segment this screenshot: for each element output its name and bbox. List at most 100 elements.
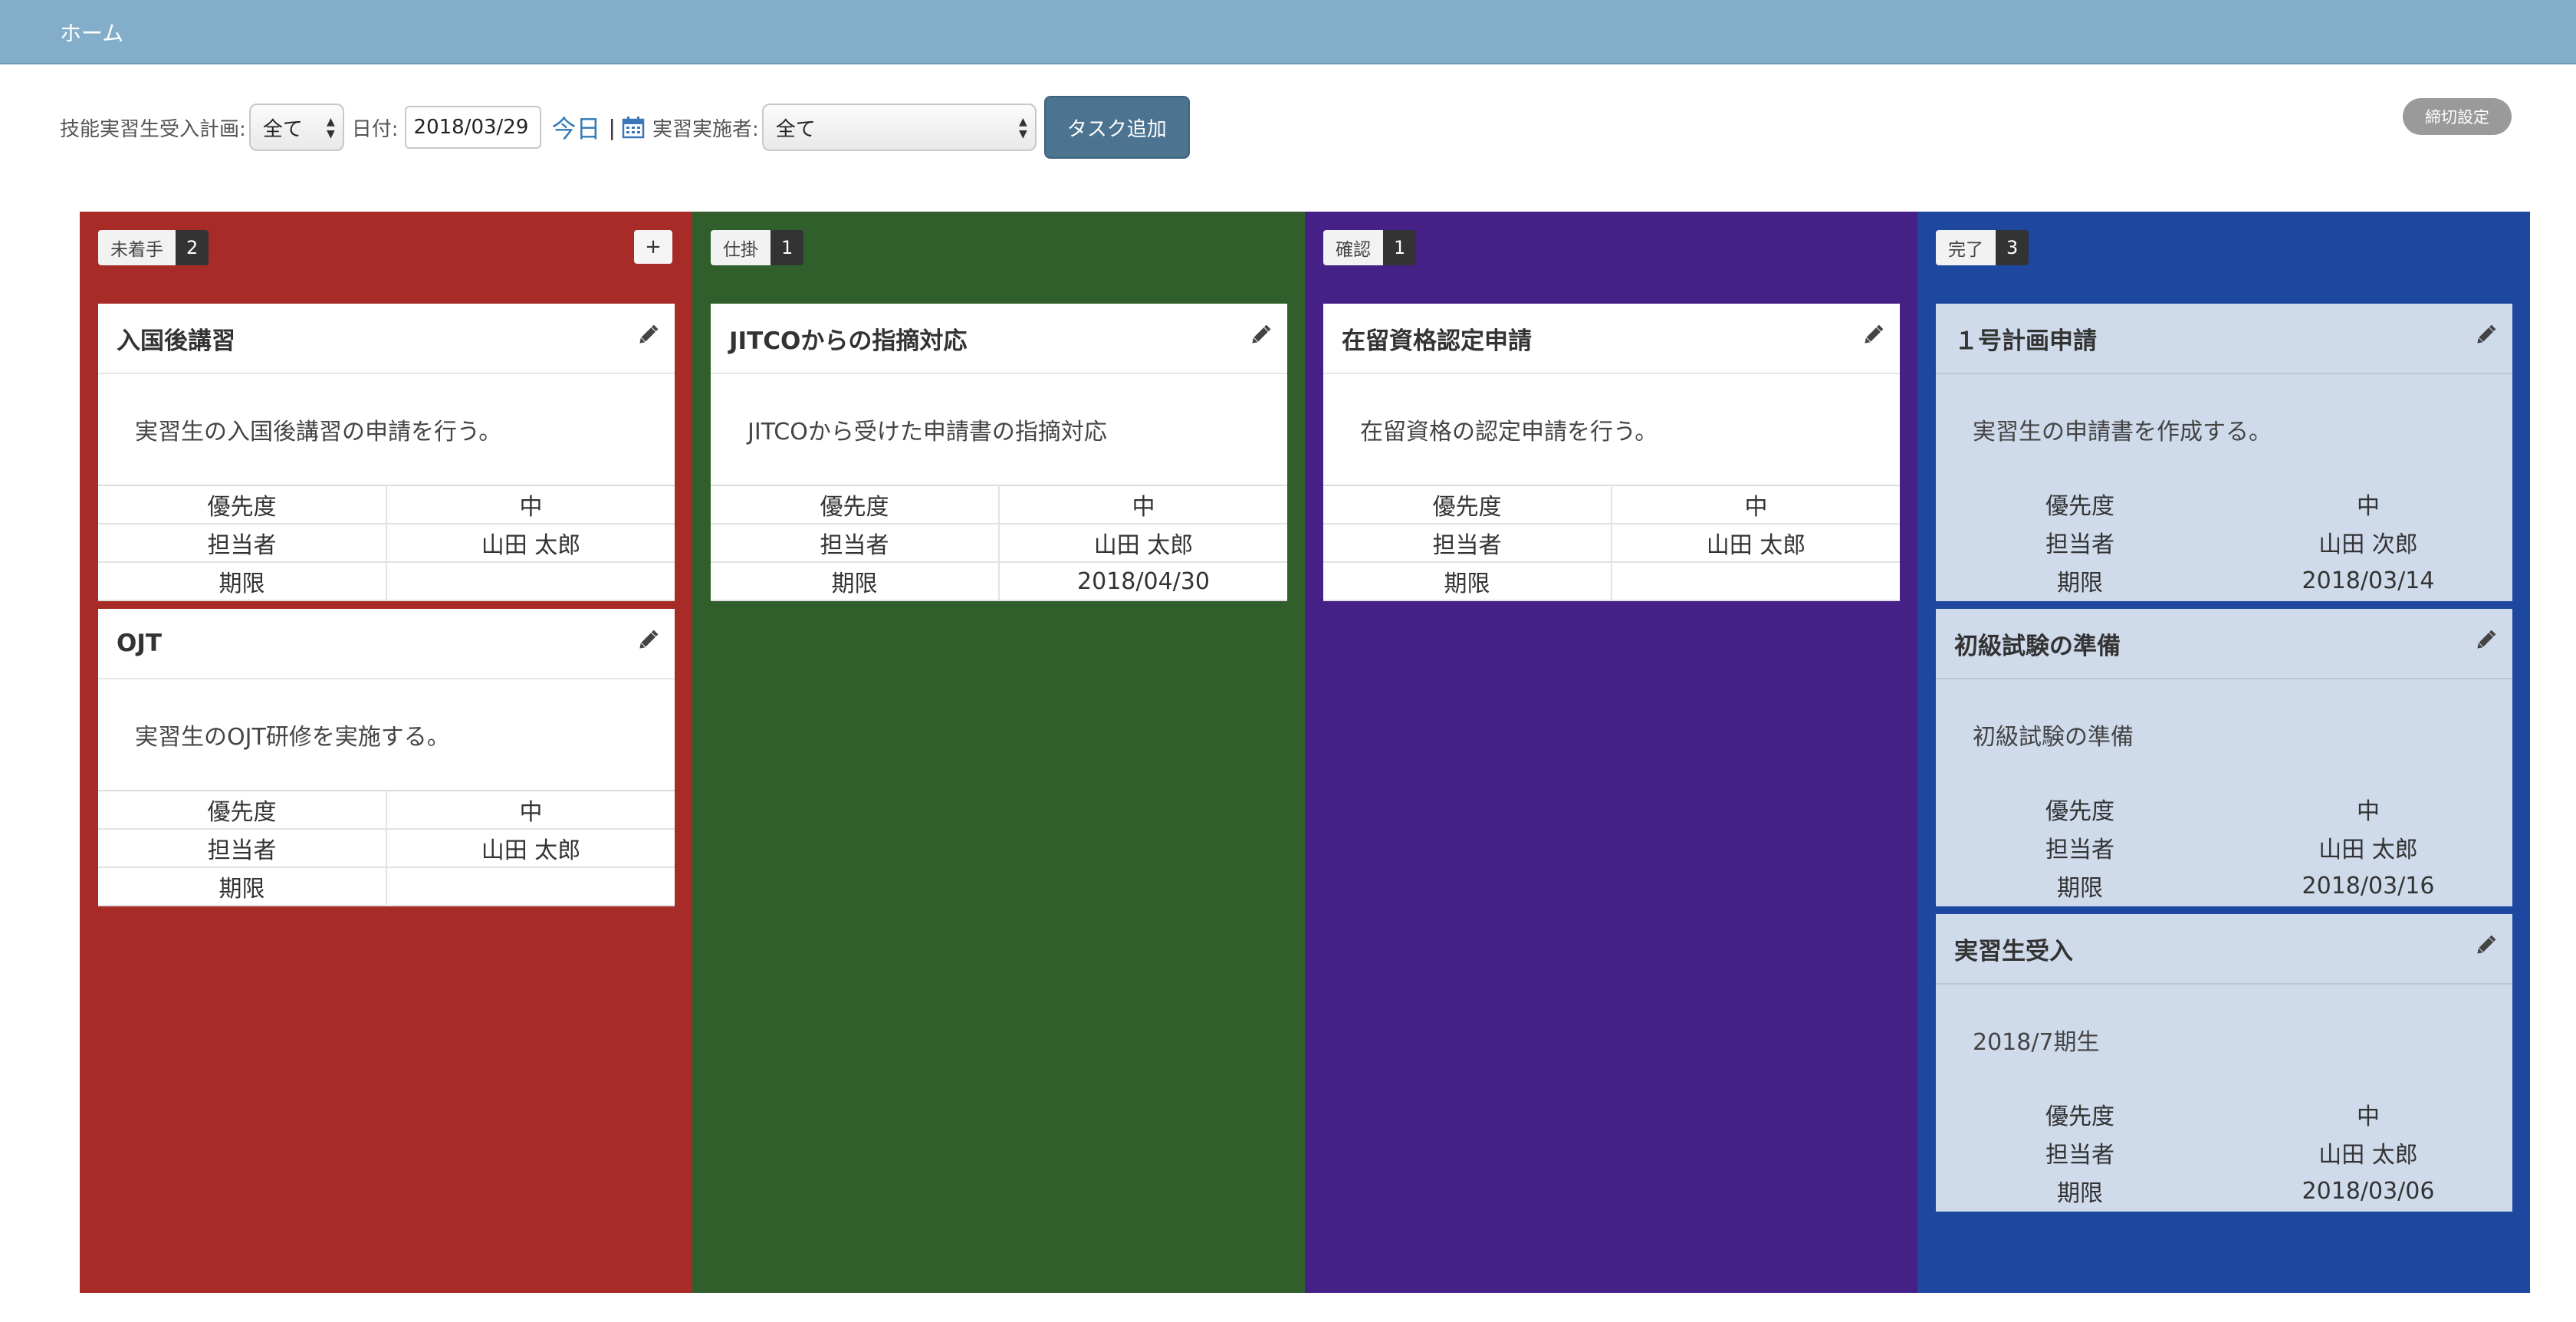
priority-value: 中	[386, 790, 675, 830]
kanban-board: 未着手 2 + 入国後講習 実習生の入国後講習の申請を行う。 優先度中担当者 山田 太郎 期限…	[80, 212, 2530, 1293]
card-header: 入国後講習	[98, 304, 675, 374]
assignee-row: 担当者 山田 太郎	[711, 523, 1287, 563]
separator: |	[608, 114, 616, 140]
home-link[interactable]: ホーム	[60, 17, 123, 48]
trainer-filter-select[interactable]: 全て ▲ ▼	[761, 104, 1037, 151]
column-header: 未着手 2	[98, 230, 209, 265]
due-label: 期限	[2057, 570, 2103, 597]
card-header: 在留資格認定申請	[1323, 304, 1900, 374]
due-row: 期限	[1323, 561, 1900, 601]
due-value	[386, 867, 675, 906]
card-header: 実習生受入	[1936, 914, 2512, 985]
priority-row: 優先度中	[98, 790, 675, 830]
deadline-settings-button[interactable]: 締切設定	[2403, 98, 2512, 135]
pencil-icon[interactable]	[2472, 627, 2499, 653]
assignee-label: 担当者	[711, 523, 1000, 563]
priority-label: 優先度	[2045, 1103, 2114, 1130]
card-meta-table: 優先度 中担当者 山田 太郎 期限 2018/03/16	[1936, 790, 2512, 905]
pencil-icon[interactable]	[635, 627, 661, 653]
assignee-row: 担当者 山田 太郎	[1323, 523, 1900, 563]
task-card[interactable]: １号計画申請 実習生の申請書を作成する。 優先度 中担当者 山田 次郎 期限 2018/03…	[1936, 304, 2512, 601]
add-task-button[interactable]: タスク追加	[1043, 96, 1190, 159]
card-meta-table: 優先度中担当者 山田 太郎 期限	[98, 485, 675, 601]
card-meta-table: 優先度中担当者 山田 太郎 期限	[1323, 485, 1900, 601]
priority-value: 中	[998, 485, 1287, 525]
trainer-filter-label: 実習実施者:	[652, 117, 759, 141]
card-list: 在留資格認定申請 在留資格の認定申請を行う。 優先度中担当者 山田 太郎 期限	[1323, 304, 1900, 609]
card-title: 初級試験の準備	[1954, 632, 2121, 660]
pencil-icon[interactable]	[635, 322, 661, 348]
pencil-icon[interactable]	[1247, 322, 1273, 348]
priority-row: 優先度中	[711, 485, 1287, 525]
due-row: 期限 2018/03/14	[1936, 561, 2512, 600]
column-name: 未着手	[98, 230, 176, 265]
assignee-label: 担当者	[2045, 837, 2114, 863]
column-header: 完了 3	[1936, 230, 2029, 265]
plan-filter-value: 全て	[262, 117, 303, 141]
due-value: 2018/03/06	[2302, 1177, 2435, 1205]
task-card[interactable]: 実習生受入 2018/7期生 優先度 中担当者 山田 太郎 期限 2018/03/06	[1936, 914, 2512, 1212]
column-name: 仕掛	[711, 230, 770, 265]
due-row: 期限	[98, 867, 675, 906]
column-count-badge: 3	[1996, 230, 2029, 265]
column-header: 仕掛 1	[711, 230, 804, 265]
card-title: １号計画申請	[1954, 327, 2097, 355]
due-label: 期限	[98, 867, 387, 906]
pencil-icon[interactable]	[2472, 932, 2499, 959]
priority-row: 優先度中	[1323, 485, 1900, 525]
card-header: 初級試験の準備	[1936, 609, 2512, 679]
task-card[interactable]: OJT 実習生のOJT研修を実施する。優先度中担当者 山田 太郎 期限	[98, 609, 675, 906]
filter-toolbar: 技能実習生受入計画: 全て ▲ ▼ 日付: 2018/03/29 今日 | 実習実…	[60, 95, 1190, 159]
priority-label: 優先度	[711, 485, 1000, 525]
column-count-badge: 1	[770, 230, 804, 265]
trainer-filter-value: 全て	[775, 117, 816, 141]
task-card[interactable]: 在留資格認定申請 在留資格の認定申請を行う。 優先度中担当者 山田 太郎 期限	[1323, 304, 1900, 601]
assignee-row: 担当者 山田 太郎	[1936, 828, 2512, 867]
priority-value: 中	[2357, 1103, 2380, 1130]
add-card-button[interactable]: +	[634, 230, 672, 264]
due-value	[1611, 561, 1900, 601]
date-input[interactable]: 2018/03/29	[404, 106, 541, 149]
due-value: 2018/03/16	[2302, 872, 2435, 899]
plan-filter-select[interactable]: 全て ▲ ▼	[248, 104, 344, 151]
card-description: 実習生のOJT研修を実施する。	[135, 724, 450, 751]
column-count-badge: 1	[1383, 230, 1417, 265]
assignee-value: 山田 次郎	[2318, 531, 2418, 558]
task-card[interactable]: 入国後講習 実習生の入国後講習の申請を行う。 優先度中担当者 山田 太郎 期限	[98, 304, 675, 601]
priority-label: 優先度	[98, 485, 387, 525]
assignee-label: 担当者	[2045, 531, 2114, 558]
due-label: 期限	[2057, 1180, 2103, 1207]
card-list: 入国後講習 実習生の入国後講習の申請を行う。 優先度中担当者 山田 太郎 期限 OJT 実習…	[98, 304, 675, 914]
priority-value: 中	[1611, 485, 1900, 525]
kanban-column: 仕掛 1 JITCOからの指摘対応 JITCOから受けた申請書の指摘対応 優先度中担当者…	[692, 212, 1305, 1293]
card-list: JITCOからの指摘対応 JITCOから受けた申請書の指摘対応 優先度中担当者 山田 …	[711, 304, 1287, 609]
pencil-icon[interactable]	[2472, 322, 2499, 348]
kanban-column: 確認 1 在留資格認定申請 在留資格の認定申請を行う。 優先度中担当者 山田 太郎 期限	[1305, 212, 1917, 1293]
card-meta-table: 優先度中担当者 山田 太郎 期限	[98, 790, 675, 906]
card-meta-table: 優先度中担当者 山田 太郎 期限 2018/04/30	[711, 485, 1287, 601]
priority-label: 優先度	[2045, 798, 2114, 825]
card-header: OJT	[98, 609, 675, 679]
calendar-icon[interactable]	[622, 116, 645, 139]
due-row: 期限 2018/03/06	[1936, 1172, 2512, 1210]
pencil-icon[interactable]	[1860, 322, 1886, 348]
priority-row: 優先度 中	[1936, 1095, 2512, 1133]
assignee-row: 担当者 山田 次郎	[1936, 523, 2512, 561]
assignee-label: 担当者	[98, 523, 387, 563]
task-card[interactable]: 初級試験の準備 初級試験の準備 優先度中担当者 山田 太郎 期限 2018/03/16	[1936, 609, 2512, 906]
priority-value: 中	[2357, 493, 2380, 520]
today-link[interactable]: 今日	[552, 110, 601, 145]
assignee-value: 山田 太郎	[386, 828, 675, 868]
plan-filter-label: 技能実習生受入計画:	[60, 117, 246, 141]
card-title: 実習生受入	[1954, 937, 2073, 965]
priority-value: 中	[386, 485, 675, 525]
column-header: 確認 1	[1323, 230, 1417, 265]
date-label: 日付:	[351, 117, 399, 141]
assignee-value: 山田 太郎	[2318, 1142, 2418, 1169]
priority-row: 優先度中	[1936, 790, 2512, 828]
assignee-value: 山田 太郎	[998, 523, 1287, 563]
task-card[interactable]: JITCOからの指摘対応 JITCOから受けた申請書の指摘対応 優先度中担当者 山田 …	[711, 304, 1287, 601]
card-title: 在留資格認定申請	[1342, 327, 1532, 355]
assignee-value: 山田 太郎	[1611, 523, 1900, 563]
card-description: JITCOから受けた申請書の指摘対応	[748, 419, 1107, 446]
